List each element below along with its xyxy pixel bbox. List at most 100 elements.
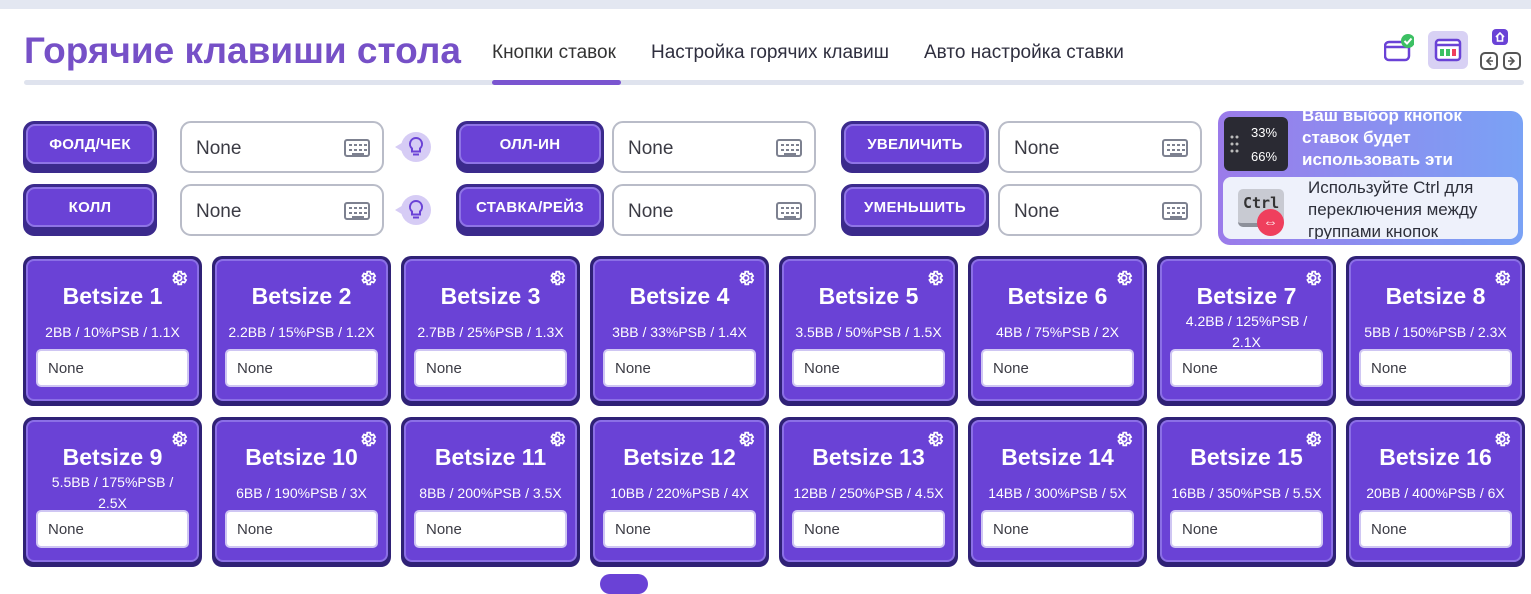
tab-hotkey-settings[interactable]: Настройка горячих клавиш bbox=[651, 42, 889, 64]
betsize-hotkey-field[interactable]: None bbox=[981, 349, 1134, 387]
increase-button[interactable]: УВЕЛИЧИТЬ bbox=[841, 121, 989, 173]
betsize-card-body: Betsize 9 5.5BB / 175%PSB / 2.5X None bbox=[26, 420, 199, 562]
betsize-hotkey-field[interactable]: None bbox=[792, 349, 945, 387]
betsize-description: 3.5BB / 50%PSB / 1.5X bbox=[795, 324, 942, 340]
betsize-card-body: Betsize 14 14BB / 300%PSB / 5X None bbox=[971, 420, 1144, 562]
top-strip bbox=[0, 0, 1531, 9]
betsize-card-body: Betsize 11 8BB / 200%PSB / 3.5X None bbox=[404, 420, 577, 562]
betsize-description: 8BB / 200%PSB / 3.5X bbox=[419, 485, 562, 501]
betsize-name: Betsize 9 bbox=[62, 444, 163, 470]
betsize-card[interactable]: Betsize 10 6BB / 190%PSB / 3X None bbox=[212, 417, 391, 567]
betsize-hotkey-field[interactable]: None bbox=[792, 510, 945, 548]
percent-top: 33% bbox=[1251, 125, 1278, 140]
betsize-hotkey-field[interactable]: None bbox=[981, 510, 1134, 548]
betsize-card[interactable]: Betsize 9 5.5BB / 175%PSB / 2.5X None bbox=[23, 417, 202, 567]
tab-bet-buttons[interactable]: Кнопки ставок bbox=[492, 42, 616, 64]
betsize-card[interactable]: Betsize 4 3BB / 33%PSB / 1.4X None bbox=[590, 256, 769, 406]
tab-divider bbox=[24, 80, 1524, 85]
call-hotkey-field[interactable]: None bbox=[180, 184, 384, 236]
decrease-hotkey-field[interactable]: None bbox=[998, 184, 1202, 236]
scroll-indicator[interactable] bbox=[600, 574, 648, 594]
betsize-hotkey-value: None bbox=[48, 521, 84, 538]
betsize-card-body: Betsize 10 6BB / 190%PSB / 3X None bbox=[215, 420, 388, 562]
betsize-card[interactable]: Betsize 16 20BB / 400%PSB / 6X None bbox=[1346, 417, 1525, 567]
fold-check-hotkey-field[interactable]: None bbox=[180, 121, 384, 173]
bet-raise-hotkey-field[interactable]: None bbox=[612, 184, 816, 236]
betsize-hotkey-field[interactable]: None bbox=[414, 510, 567, 548]
betsize-hotkey-field[interactable]: None bbox=[1170, 510, 1323, 548]
betsize-hotkey-field[interactable]: None bbox=[225, 510, 378, 548]
arrow-left-icon[interactable] bbox=[1480, 52, 1498, 70]
betsize-name: Betsize 5 bbox=[818, 283, 919, 309]
betsize-hotkey-field[interactable]: None bbox=[414, 349, 567, 387]
betsize-card[interactable]: Betsize 11 8BB / 200%PSB / 3.5X None bbox=[401, 417, 580, 567]
betsize-hotkey-field[interactable]: None bbox=[36, 349, 189, 387]
betsize-card[interactable]: Betsize 8 5BB / 150%PSB / 2.3X None bbox=[1346, 256, 1525, 406]
betsize-name: Betsize 12 bbox=[623, 444, 736, 470]
betsize-hotkey-value: None bbox=[237, 521, 273, 538]
page-title: Горячие клавиши стола bbox=[24, 30, 461, 71]
betsize-description: 5BB / 150%PSB / 2.3X bbox=[1364, 324, 1507, 340]
betsize-card-body: Betsize 7 4.2BB / 125%PSB / 2.1X None bbox=[1160, 259, 1333, 401]
home-icon[interactable] bbox=[1491, 28, 1509, 46]
window-check-icon[interactable] bbox=[1383, 34, 1415, 62]
fold-check-hotkey-value: None bbox=[196, 138, 242, 159]
betsize-card-body: Betsize 15 16BB / 350%PSB / 5.5X None bbox=[1160, 420, 1333, 562]
betsize-card[interactable]: Betsize 15 16BB / 350%PSB / 5.5X None bbox=[1157, 417, 1336, 567]
betsize-card[interactable]: Betsize 1 2BB / 10%PSB / 1.1X None bbox=[23, 256, 202, 406]
all-in-hotkey-value: None bbox=[628, 138, 674, 159]
keyboard-icon bbox=[344, 139, 370, 157]
bet-raise-button[interactable]: СТАВКА/РЕЙЗ bbox=[456, 184, 604, 236]
betsize-hotkey-field[interactable]: None bbox=[603, 349, 756, 387]
betsize-card[interactable]: Betsize 2 2.2BB / 15%PSB / 1.2X None bbox=[212, 256, 391, 406]
keyboard-icon bbox=[776, 139, 802, 157]
call-label: КОЛЛ bbox=[26, 187, 154, 227]
betsize-card[interactable]: Betsize 14 14BB / 300%PSB / 5X None bbox=[968, 417, 1147, 567]
keyboard-icon bbox=[776, 202, 802, 220]
keyboard-icon bbox=[1162, 139, 1188, 157]
betsize-card[interactable]: Betsize 13 12BB / 250%PSB / 4.5X None bbox=[779, 417, 958, 567]
tip-selection-text: Ваш выбор кнопок ставок будет использова… bbox=[1302, 111, 1462, 169]
betsize-hotkey-field[interactable]: None bbox=[603, 510, 756, 548]
layout-icon[interactable] bbox=[1428, 31, 1468, 69]
call-button[interactable]: КОЛЛ bbox=[23, 184, 157, 236]
betsize-hotkey-value: None bbox=[615, 521, 651, 538]
all-in-hotkey-field[interactable]: None bbox=[612, 121, 816, 173]
fold-check-button[interactable]: ФОЛД/ЧЕК bbox=[23, 121, 157, 173]
header: Горячие клавиши стола Кнопки ставок Наст… bbox=[24, 28, 1524, 86]
tip-ctrl: Ctrl ⇔ Используйте Ctrl для переключения… bbox=[1223, 177, 1518, 239]
tab-auto-bet-settings[interactable]: Авто настройка ставки bbox=[924, 42, 1124, 64]
betsize-name: Betsize 13 bbox=[812, 444, 925, 470]
decrease-button[interactable]: УМЕНЬШИТЬ bbox=[841, 184, 989, 236]
betsize-hotkey-field[interactable]: None bbox=[1359, 349, 1512, 387]
call-hotkey-value: None bbox=[196, 201, 242, 222]
decrease-hotkey-value: None bbox=[1014, 201, 1060, 222]
betsize-description: 14BB / 300%PSB / 5X bbox=[988, 485, 1127, 501]
betsize-hotkey-value: None bbox=[1371, 360, 1407, 377]
betsize-hotkey-field[interactable]: None bbox=[1170, 349, 1323, 387]
betsize-card-body: Betsize 5 3.5BB / 50%PSB / 1.5X None bbox=[782, 259, 955, 401]
betsize-hotkey-value: None bbox=[993, 521, 1029, 538]
tip-ctrl-text: Используйте Ctrl для переключения между … bbox=[1308, 178, 1478, 239]
betsize-hotkey-field[interactable]: None bbox=[225, 349, 378, 387]
bulb-icon[interactable] bbox=[395, 129, 431, 165]
betsize-card[interactable]: Betsize 12 10BB / 220%PSB / 4X None bbox=[590, 417, 769, 567]
betsize-hotkey-field[interactable]: None bbox=[1359, 510, 1512, 548]
betsize-card[interactable]: Betsize 5 3.5BB / 50%PSB / 1.5X None bbox=[779, 256, 958, 406]
arrow-right-icon[interactable] bbox=[1503, 52, 1521, 70]
betsize-hotkey-value: None bbox=[804, 521, 840, 538]
betsize-hotkey-value: None bbox=[1371, 521, 1407, 538]
increase-hotkey-field[interactable]: None bbox=[998, 121, 1202, 173]
betsize-description: 3BB / 33%PSB / 1.4X bbox=[612, 324, 747, 340]
betsize-card[interactable]: Betsize 6 4BB / 75%PSB / 2X None bbox=[968, 256, 1147, 406]
bulb-icon[interactable] bbox=[395, 192, 431, 228]
betsize-card[interactable]: Betsize 3 2.7BB / 25%PSB / 1.3X None bbox=[401, 256, 580, 406]
betsize-card-body: Betsize 8 5BB / 150%PSB / 2.3X None bbox=[1349, 259, 1522, 401]
betsize-hotkey-field[interactable]: None bbox=[36, 510, 189, 548]
betsize-card[interactable]: Betsize 7 4.2BB / 125%PSB / 2.1X None bbox=[1157, 256, 1336, 406]
betsize-description: 4BB / 75%PSB / 2X bbox=[996, 324, 1119, 340]
all-in-button[interactable]: ОЛЛ-ИН bbox=[456, 121, 604, 173]
betsize-hotkey-value: None bbox=[1182, 360, 1218, 377]
betsize-card-body: Betsize 2 2.2BB / 15%PSB / 1.2X None bbox=[215, 259, 388, 401]
betsize-card-body: Betsize 12 10BB / 220%PSB / 4X None bbox=[593, 420, 766, 562]
